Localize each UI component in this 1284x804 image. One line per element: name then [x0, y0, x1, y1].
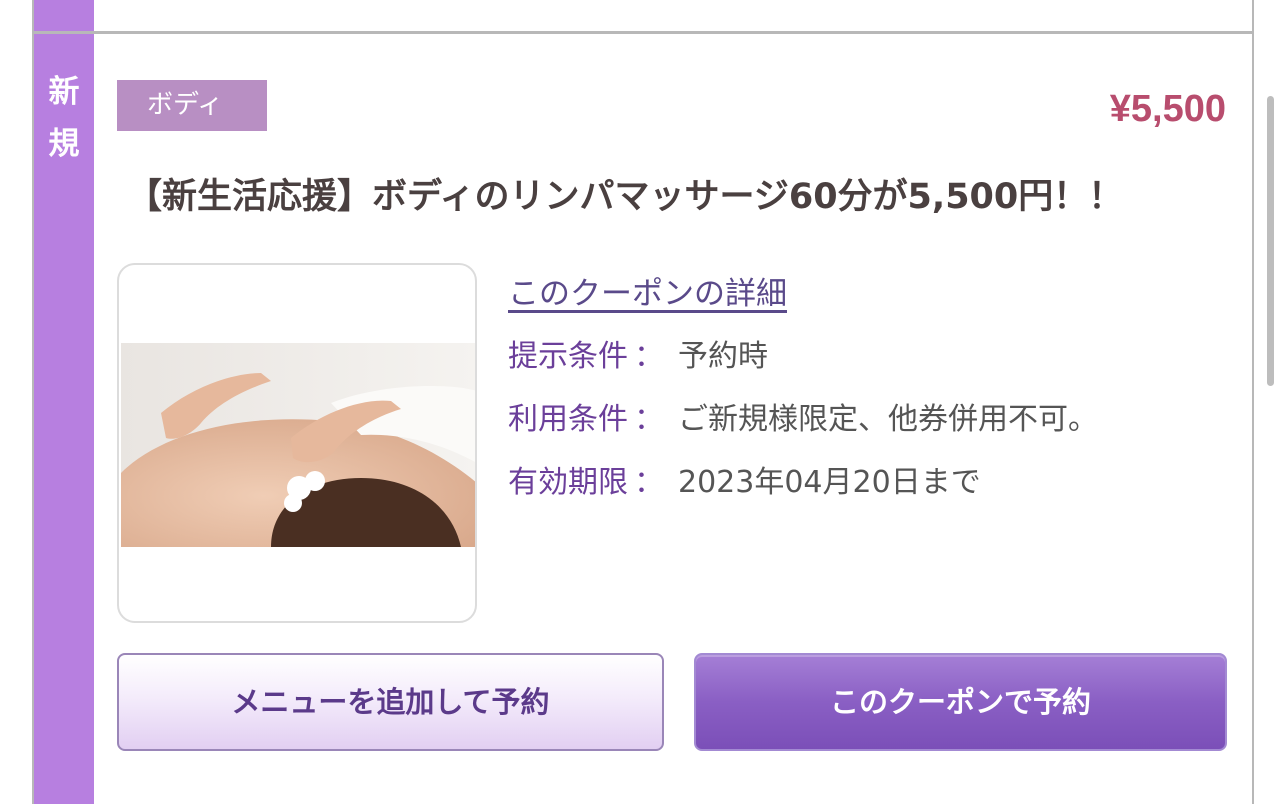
condition-value: 予約時	[678, 339, 768, 374]
coupon-detail-link[interactable]: このクーポンの詳細	[508, 268, 787, 313]
condition-separator: ：	[634, 402, 664, 437]
condition-row-presentation: 提示条件： 予約時	[508, 331, 768, 375]
condition-key: 提示条件	[508, 339, 628, 374]
condition-key: 有効期限	[508, 465, 628, 500]
previous-card-strip	[34, 0, 94, 31]
category-tag: ボディ	[117, 80, 267, 131]
new-badge-char-2: 規	[48, 126, 80, 162]
condition-row-usage: 利用条件： ご新規様限定、他券併用不可。	[508, 394, 1098, 438]
massage-photo	[121, 343, 475, 547]
add-menu-and-book-button[interactable]: メニューを追加して予約	[117, 653, 664, 751]
previous-coupon-card	[32, 0, 1254, 34]
coupon-price: ¥5,500	[1109, 88, 1226, 130]
condition-value: ご新規様限定、他券併用不可。	[678, 402, 1098, 437]
condition-key: 利用条件	[508, 402, 628, 437]
new-badge-label: 新 規	[34, 66, 94, 170]
condition-separator: ：	[634, 339, 664, 374]
condition-separator: ：	[634, 465, 664, 500]
coupon-title: 【新生活応援】ボディのリンパマッサージ60分が5,500円！！	[127, 177, 1124, 217]
coupon-thumbnail[interactable]	[117, 263, 477, 623]
vertical-scrollbar[interactable]	[1267, 96, 1274, 386]
condition-value: 2023年04月20日まで	[678, 465, 981, 500]
condition-row-expiry: 有効期限： 2023年04月20日まで	[508, 457, 981, 501]
new-badge-char-1: 新	[48, 74, 80, 110]
book-with-coupon-button[interactable]: このクーポンで予約	[694, 653, 1227, 751]
